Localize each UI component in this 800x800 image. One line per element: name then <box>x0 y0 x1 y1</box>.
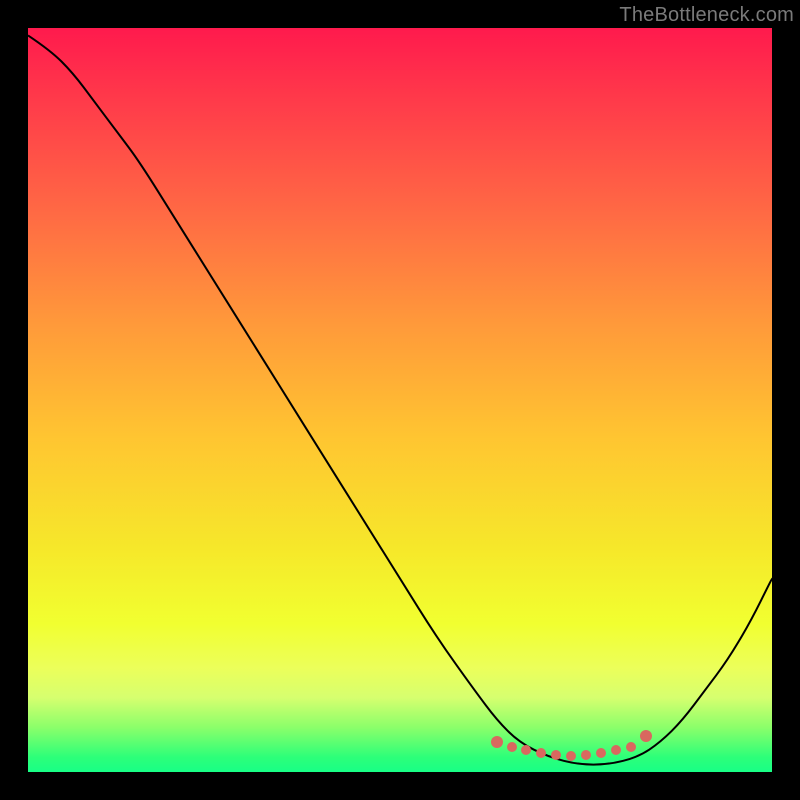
curve-marker <box>566 751 576 761</box>
chart-frame: TheBottleneck.com <box>0 0 800 800</box>
curve-marker <box>491 736 503 748</box>
curve-marker <box>551 750 561 760</box>
curve-marker <box>581 750 591 760</box>
bottleneck-curve <box>28 28 772 772</box>
curve-marker <box>626 742 636 752</box>
curve-marker <box>640 730 652 742</box>
plot-area <box>28 28 772 772</box>
curve-marker <box>611 745 621 755</box>
curve-marker <box>536 748 546 758</box>
watermark-text: TheBottleneck.com <box>619 4 794 27</box>
curve-marker <box>507 742 517 752</box>
curve-marker <box>521 745 531 755</box>
curve-marker <box>596 748 606 758</box>
